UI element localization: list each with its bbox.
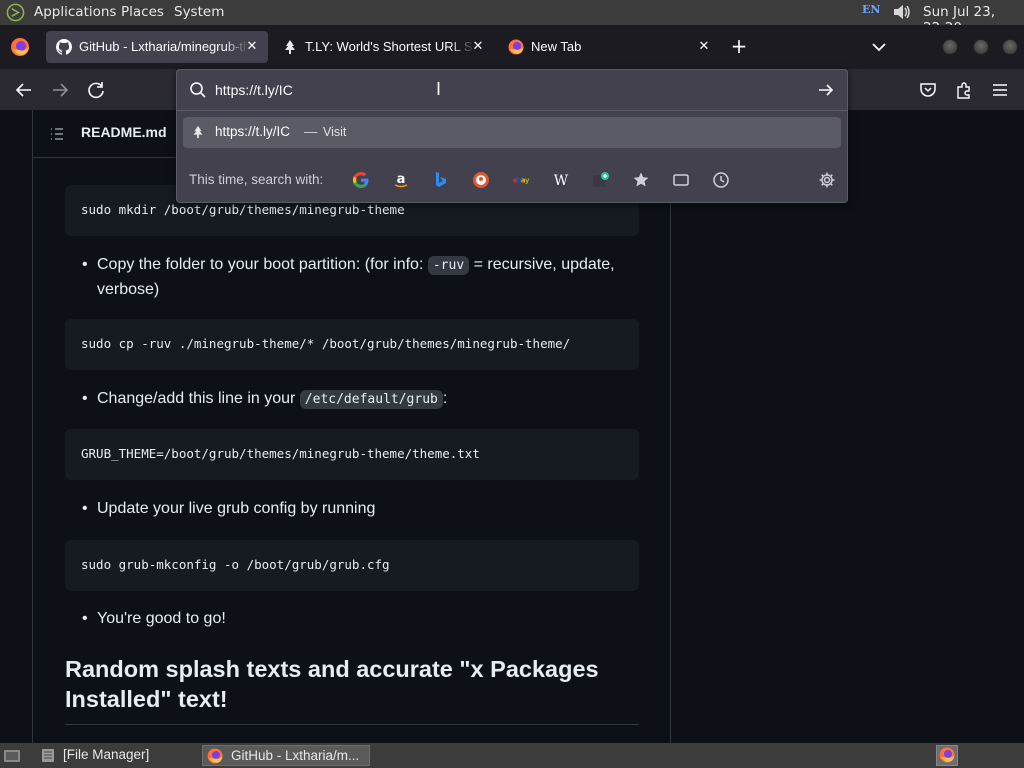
tab-github[interactable]: GitHub - Lxtharia/minegrub-theme ✕ xyxy=(46,31,268,63)
list-item: Copy the folder to your boot partition: … xyxy=(82,253,627,301)
code-text: GRUB_THEME=/boot/grub/themes/minegrub-th… xyxy=(81,446,480,461)
readme-title: README.md xyxy=(81,124,167,140)
tab-label: T.LY: World's Shortest URL Shortener xyxy=(305,39,475,54)
amazon-icon[interactable]: a xyxy=(391,170,411,190)
result-url: https://t.ly/IC xyxy=(215,124,291,139)
extensions-icon[interactable] xyxy=(954,80,974,100)
ebay-icon[interactable]: e b a y xyxy=(511,170,531,190)
list-item-text: Change/add this line in your /etc/defaul… xyxy=(97,387,627,412)
search-settings-gear-icon[interactable] xyxy=(817,170,837,190)
taskbar-label: [File Manager] xyxy=(63,747,150,762)
distro-logo-icon[interactable] xyxy=(6,3,25,22)
bing-icon[interactable] xyxy=(431,170,451,190)
close-tab-icon[interactable]: ✕ xyxy=(470,38,486,54)
taskbar-label: GitHub - Lxtharia/m... xyxy=(231,748,360,763)
svg-text:W: W xyxy=(554,173,569,189)
url-bar-dropdown: I https://t.ly/IC — Visit This time, sea… xyxy=(176,69,848,203)
search-with-label: This time, search with: xyxy=(189,172,324,187)
result-separator: — xyxy=(304,124,318,139)
tab-label: GitHub - Lxtharia/minegrub-theme xyxy=(79,39,249,54)
svg-text:a: a xyxy=(397,172,406,187)
forward-icon[interactable] xyxy=(50,80,70,100)
github-icon xyxy=(56,39,72,55)
divider xyxy=(65,724,639,725)
tabs-icon[interactable] xyxy=(671,170,691,190)
divider xyxy=(32,110,33,743)
list-item-text: Copy the folder to your boot partition: … xyxy=(97,253,627,302)
volume-icon[interactable] xyxy=(892,3,912,21)
new-tab-button[interactable]: + xyxy=(729,36,749,57)
keyboard-layout-indicator[interactable]: EN xyxy=(862,3,880,16)
code-text: sudo grub-mkconfig -o /boot/grub/grub.cf… xyxy=(81,557,390,572)
applications-menu[interactable]: Applications xyxy=(34,4,116,20)
back-icon[interactable] xyxy=(14,80,34,100)
firefox-icon xyxy=(508,39,524,55)
list-item-text: You're good to go! xyxy=(97,610,226,627)
code-text: sudo cp -ruv ./minegrub-theme/* /boot/gr… xyxy=(81,336,571,351)
list-item-text: Update your live grub config by running xyxy=(97,500,376,517)
top-panel: Applications Places System EN Sun Jul 23… xyxy=(0,0,1024,36)
divider xyxy=(670,110,671,743)
tab-label: New Tab xyxy=(531,39,582,54)
search-icon xyxy=(190,82,206,98)
system-menu[interactable]: System xyxy=(174,4,224,20)
maximize-window-button[interactable] xyxy=(973,39,989,55)
minimize-window-button[interactable] xyxy=(942,39,958,55)
code-block: GRUB_THEME=/boot/grub/themes/minegrub-th… xyxy=(65,429,639,480)
app-menu-icon[interactable] xyxy=(990,80,1010,100)
tly-icon xyxy=(285,40,295,54)
add-engine-icon[interactable] xyxy=(591,170,611,190)
duckduckgo-icon[interactable] xyxy=(471,170,491,190)
list-item: Update your live grub config by running xyxy=(82,497,627,521)
firefox-icon xyxy=(939,747,955,763)
bookmarks-icon[interactable] xyxy=(631,170,651,190)
tly-icon xyxy=(193,125,203,139)
code-block: sudo grub-mkconfig -o /boot/grub/grub.cf… xyxy=(65,540,639,591)
list-all-tabs-icon[interactable] xyxy=(870,38,888,56)
workspace-switcher[interactable] xyxy=(936,745,958,766)
section-heading: Random splash texts and accurate "x Pack… xyxy=(65,656,599,712)
close-tab-icon[interactable]: ✕ xyxy=(696,38,712,54)
list-item: Change/add this line in your /etc/defaul… xyxy=(82,387,627,411)
taskbar-file-manager[interactable]: [File Manager] xyxy=(38,745,198,766)
inline-code: /etc/default/grub xyxy=(299,390,443,409)
text: Change/add this line in your xyxy=(97,390,300,407)
firefox-view-icon[interactable] xyxy=(10,37,30,57)
inline-code: -ruv xyxy=(427,256,470,275)
svg-text:y: y xyxy=(525,177,530,185)
url-input[interactable] xyxy=(215,79,775,101)
code-block: sudo cp -ruv ./minegrub-theme/* /boot/gr… xyxy=(65,319,639,370)
taskbar-firefox[interactable]: GitHub - Lxtharia/m... xyxy=(202,745,370,766)
text: Copy the folder to your boot partition: … xyxy=(97,256,428,273)
wikipedia-icon[interactable]: W xyxy=(551,170,571,190)
reload-icon[interactable] xyxy=(86,80,106,100)
close-window-button[interactable] xyxy=(1002,39,1018,55)
divider xyxy=(177,110,847,111)
tab-tly[interactable]: T.LY: World's Shortest URL Shortener ✕ xyxy=(272,31,494,63)
pocket-icon[interactable] xyxy=(918,80,938,100)
bottom-panel: [File Manager] GitHub - Lxtharia/m... xyxy=(0,743,1024,768)
places-menu[interactable]: Places xyxy=(121,4,164,20)
text: : xyxy=(442,390,448,407)
show-desktop-icon[interactable] xyxy=(3,747,21,764)
tab-strip: GitHub - Lxtharia/minegrub-theme ✕ T.LY:… xyxy=(0,25,1024,69)
close-tab-icon[interactable]: ✕ xyxy=(244,38,260,54)
outline-list-icon[interactable] xyxy=(49,126,65,142)
tab-new-tab[interactable]: New Tab ✕ xyxy=(498,31,720,63)
file-manager-icon xyxy=(42,749,54,762)
google-icon[interactable] xyxy=(351,170,371,190)
text-cursor-icon: I xyxy=(436,79,442,99)
url-result-row[interactable]: https://t.ly/IC — Visit xyxy=(183,117,841,148)
list-item: You're good to go! xyxy=(82,607,627,631)
result-action: Visit xyxy=(323,125,347,139)
page-content: README.md sudo mkdir /boot/grub/themes/m… xyxy=(0,110,1024,743)
code-text: sudo mkdir /boot/grub/themes/minegrub-th… xyxy=(81,202,405,217)
go-arrow-icon[interactable] xyxy=(817,81,835,99)
history-icon[interactable] xyxy=(711,170,731,190)
firefox-icon xyxy=(207,748,223,764)
